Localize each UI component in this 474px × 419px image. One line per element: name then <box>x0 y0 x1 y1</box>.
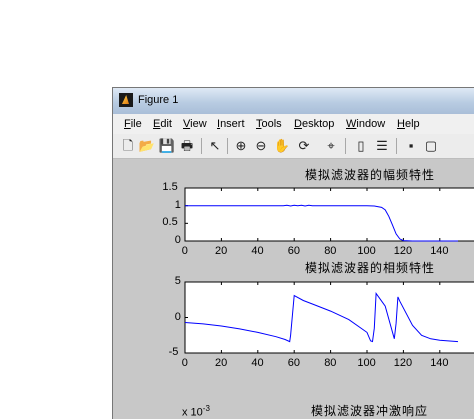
rotate-3d-icon[interactable]: ⟳ <box>296 138 312 154</box>
menu-edit[interactable]: Edit <box>153 118 172 130</box>
x-tick-label: 80 <box>324 357 337 369</box>
x-tick-label: 40 <box>251 357 264 369</box>
toolbar-separator <box>345 138 346 154</box>
matlab-logo-icon <box>119 93 133 107</box>
y-tick-label: 1 <box>174 198 181 211</box>
y-tick-label: 0 <box>174 234 181 246</box>
y-tick-label: 1.5 <box>162 181 178 193</box>
magnitude-axes[interactable] <box>184 187 474 242</box>
toolbar-separator <box>227 138 228 154</box>
x-tick-label: 40 <box>251 245 264 257</box>
open-file-icon[interactable]: 📂 <box>139 138 155 154</box>
plot1-title: 模拟滤波器的幅频特性 <box>305 168 436 182</box>
pan-hand-icon[interactable]: ✋ <box>274 138 290 154</box>
menu-view[interactable]: View <box>183 118 207 130</box>
window-title: Figure 1 <box>138 94 179 106</box>
x-tick-label: 0 <box>181 245 188 257</box>
y-tick-label: 0.5 <box>162 216 178 229</box>
y-tick-label: -5 <box>168 346 179 358</box>
plot2-title: 模拟滤波器的相频特性 <box>305 261 436 275</box>
plot3-title: 模拟滤波器冲激响应 <box>311 404 429 418</box>
show-plot-tools-icon[interactable]: ▢ <box>423 138 439 154</box>
x-tick-label: 60 <box>287 357 301 369</box>
data-cursor-icon[interactable]: ⌖ <box>323 138 339 154</box>
zoom-in-icon[interactable]: ⊕ <box>233 138 249 154</box>
menu-bar: File Edit View Insert Tools Desktop Wind… <box>113 114 474 134</box>
title-bar[interactable]: Figure 1 <box>113 88 474 114</box>
axes-background <box>184 281 474 354</box>
y-tick-label: 5 <box>174 275 181 287</box>
plot3-exponent-label: x 10-3 <box>182 404 210 419</box>
menu-window[interactable]: Window <box>346 118 385 130</box>
phase-axes[interactable] <box>184 281 474 354</box>
x-tick-label: 140 <box>430 245 449 257</box>
x-tick-label: 0 <box>181 357 188 369</box>
x-tick-label: 80 <box>324 245 337 257</box>
print-icon[interactable]: 🖶 <box>179 138 195 154</box>
x-tick-label: 120 <box>393 357 413 369</box>
menu-insert[interactable]: Insert <box>217 118 245 130</box>
figure-canvas: 模拟滤波器的幅频特性 模拟滤波器的相频特性 x 10-3 模拟滤波器冲激响应 0… <box>113 159 474 419</box>
exponent-base: x 10 <box>182 406 203 419</box>
toolbar: 🗋 📂 💾 🖶 ↖ ⊕ ⊖ ✋ ⟳ ⌖ ▯ ☰ ▪ ▢ <box>113 134 474 159</box>
new-figure-icon[interactable]: 🗋 <box>120 138 136 154</box>
save-icon[interactable]: 💾 <box>159 138 175 154</box>
legend-icon[interactable]: ☰ <box>374 138 390 154</box>
menu-file[interactable]: File <box>124 118 142 130</box>
x-tick-label: 120 <box>393 245 413 257</box>
hide-plot-tools-icon[interactable]: ▪ <box>403 138 419 154</box>
x-tick-label: 20 <box>215 245 228 257</box>
exponent-power: -3 <box>202 404 210 413</box>
x-tick-label: 100 <box>357 245 376 257</box>
menu-help[interactable]: Help <box>397 118 420 130</box>
toolbar-separator <box>201 138 202 154</box>
x-tick-label: 100 <box>357 357 376 369</box>
x-tick-label: 20 <box>215 357 228 369</box>
toolbar-separator <box>396 138 397 154</box>
axes-background <box>184 187 474 242</box>
colorbar-icon[interactable]: ▯ <box>353 138 369 154</box>
edit-plot-arrow-icon[interactable]: ↖ <box>207 138 223 154</box>
y-tick-label: 0 <box>174 310 181 323</box>
x-tick-label: 60 <box>287 245 301 257</box>
zoom-out-icon[interactable]: ⊖ <box>253 138 269 154</box>
x-tick-label: 140 <box>430 357 449 369</box>
menu-tools[interactable]: Tools <box>256 118 282 130</box>
menu-desktop[interactable]: Desktop <box>294 118 334 130</box>
figure-window: Figure 1 File Edit View Insert Tools Des… <box>112 87 474 419</box>
